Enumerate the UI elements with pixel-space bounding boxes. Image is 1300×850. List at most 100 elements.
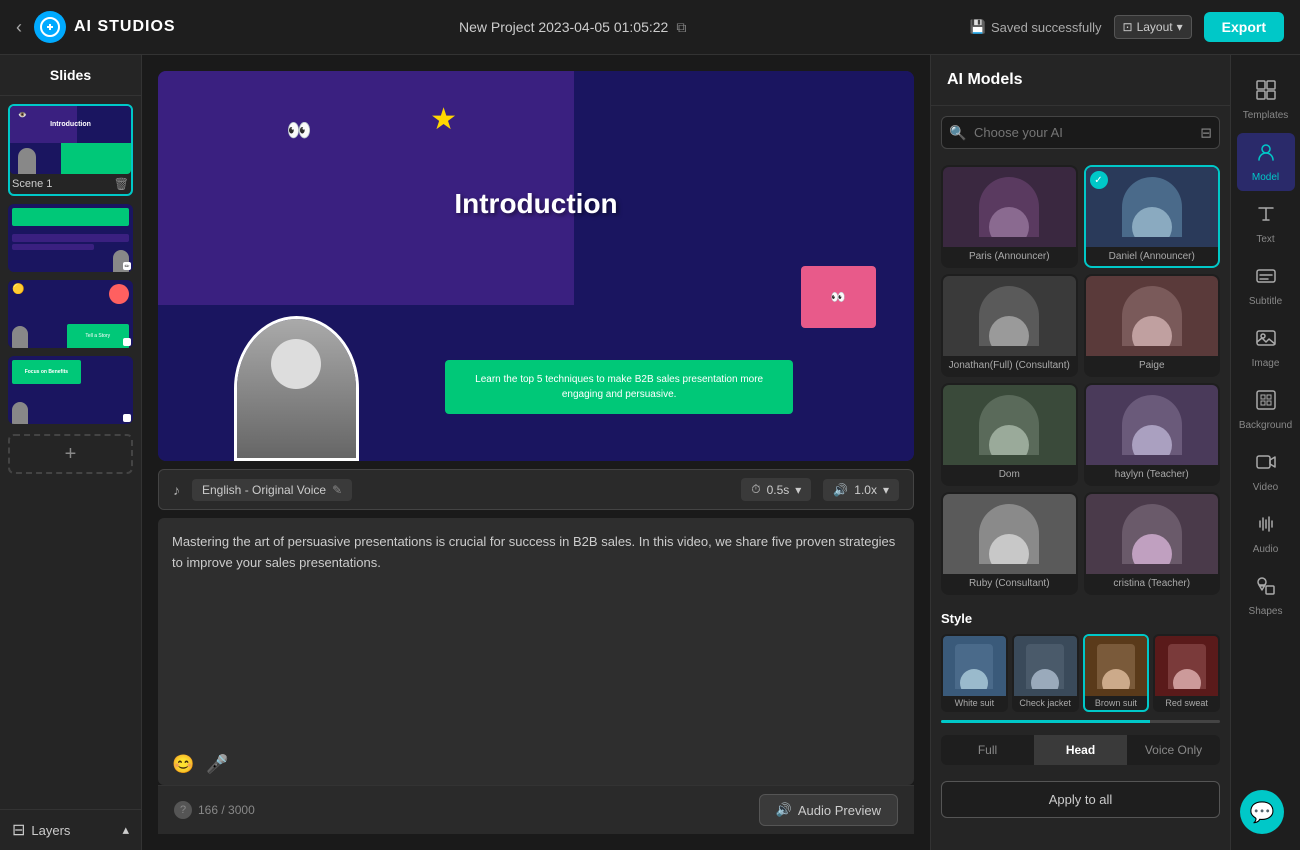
toolbar-item-templates[interactable]: Templates	[1237, 71, 1295, 129]
external-link-icon[interactable]: ⧉	[676, 19, 686, 36]
model-name-dom: Dom	[943, 465, 1076, 484]
slide-label-1: Scene 1 🗑	[10, 174, 131, 194]
model-card-cristina[interactable]: cristina (Teacher)	[1084, 492, 1221, 595]
canvas-decoration-eyes: 👀	[287, 118, 312, 143]
model-card-ruby[interactable]: Ruby (Consultant)	[941, 492, 1078, 595]
slide-item-3[interactable]: 🟡 Tell a Story ✏	[8, 280, 133, 348]
voice-label: English - Original Voice	[202, 483, 326, 497]
image-label: Image	[1252, 358, 1280, 369]
text-icon	[1255, 203, 1277, 231]
char-count: ? 166 / 3000	[174, 801, 255, 819]
header-left: ‹ AI STUDIOS	[16, 11, 176, 43]
image-icon	[1255, 327, 1277, 355]
position-tab-full[interactable]: Full	[941, 735, 1034, 765]
layers-icon: ⊟	[12, 820, 25, 840]
model-card-daniel[interactable]: ✓ Daniel (Announcer)	[1084, 165, 1221, 268]
toolbar-item-shapes[interactable]: Shapes	[1237, 567, 1295, 625]
model-name-haylyn: haylyn (Teacher)	[1086, 465, 1219, 484]
model-name-paris: Paris (Announcer)	[943, 247, 1076, 266]
canvas-pink-box: 👀	[801, 266, 877, 328]
back-button[interactable]: ‹	[16, 17, 22, 38]
add-slide-button[interactable]: +	[8, 434, 133, 474]
main-area: Slides Introduction 👁️ Scene 1 🗑 ✏	[0, 55, 1300, 850]
delete-icon[interactable]: 🗑	[114, 177, 129, 191]
audio-preview-button[interactable]: 🔊 Audio Preview	[759, 794, 898, 826]
canvas-decoration-star: ★	[430, 102, 457, 137]
char-count-value: 166 / 3000	[198, 803, 255, 817]
templates-label: Templates	[1243, 110, 1289, 121]
slides-header: Slides	[0, 55, 141, 96]
model-card-paris[interactable]: Paris (Announcer)	[941, 165, 1078, 268]
video-icon	[1255, 451, 1277, 479]
style-name-white-suit: White suit	[943, 696, 1006, 710]
search-icon: 🔍	[949, 124, 966, 141]
toolbar-item-model[interactable]: Model	[1237, 133, 1295, 191]
editor-area: 👀 ★ Introduction Learn the top 5 techniq…	[142, 55, 930, 850]
style-card-brown-suit[interactable]: Brown suit	[1083, 634, 1150, 712]
model-name-paige: Paige	[1086, 356, 1219, 375]
templates-icon	[1255, 79, 1277, 107]
model-card-dom[interactable]: Dom	[941, 383, 1078, 486]
position-tab-head[interactable]: Head	[1034, 735, 1127, 765]
voice-selector[interactable]: English - Original Voice ✎	[192, 479, 352, 501]
export-button[interactable]: Export	[1204, 12, 1284, 42]
project-title: New Project 2023-04-05 01:05:22	[459, 19, 668, 35]
chat-bubble-button[interactable]: 💬	[1240, 790, 1284, 834]
ai-search-input[interactable]	[941, 116, 1220, 149]
slide-item-2[interactable]: ✏	[8, 204, 133, 272]
microphone-icon[interactable]: 🎤	[206, 754, 228, 775]
model-card-paige[interactable]: Paige	[1084, 274, 1221, 377]
bottom-bar: ? 166 / 3000 🔊 Audio Preview	[158, 785, 914, 834]
style-card-white-suit[interactable]: White suit	[941, 634, 1008, 712]
model-card-haylyn[interactable]: haylyn (Teacher)	[1084, 383, 1221, 486]
video-label: Video	[1253, 482, 1278, 493]
toolbar-item-audio[interactable]: Audio	[1237, 505, 1295, 563]
ai-panel: AI Models 🔍 ⊟ Paris (Announcer) ✓	[930, 55, 1230, 850]
layout-icon: ⊡	[1123, 20, 1133, 34]
saved-status: 💾 Saved successfully	[970, 19, 1102, 35]
background-label: Background	[1239, 420, 1292, 431]
edit-icon: ✎	[332, 483, 342, 497]
model-name-jonathan: Jonathan(Full) (Consultant)	[943, 356, 1076, 375]
controls-bar: ♪ English - Original Voice ✎ ⏱ 0.5s ▾ 🔊 …	[158, 469, 914, 510]
slide-canvas: 👀 ★ Introduction Learn the top 5 techniq…	[158, 71, 914, 461]
app-title: AI STUDIOS	[74, 18, 176, 36]
layers-bar[interactable]: ⊟ Layers ▴	[0, 809, 141, 850]
script-text: Mastering the art of persuasive presenta…	[172, 532, 900, 574]
selected-check: ✓	[1090, 171, 1108, 189]
emoji-icon[interactable]: 😊	[172, 754, 194, 775]
toolbar-item-video[interactable]: Video	[1237, 443, 1295, 501]
style-name-brown-suit: Brown suit	[1085, 696, 1148, 710]
toolbar-item-image[interactable]: Image	[1237, 319, 1295, 377]
toolbar-item-text[interactable]: Text	[1237, 195, 1295, 253]
style-card-red-sweat[interactable]: Red sweat	[1153, 634, 1220, 712]
model-card-jonathan[interactable]: Jonathan(Full) (Consultant)	[941, 274, 1078, 377]
position-tab-voice-only[interactable]: Voice Only	[1127, 735, 1220, 765]
shapes-icon	[1255, 575, 1277, 603]
slide-item-1[interactable]: Introduction 👁️ Scene 1 🗑	[8, 104, 133, 196]
script-area[interactable]: Mastering the art of persuasive presenta…	[158, 518, 914, 785]
apply-to-all-button[interactable]: Apply to all	[941, 781, 1220, 818]
subtitle-icon	[1255, 265, 1277, 293]
style-slider[interactable]	[941, 720, 1220, 723]
time-control[interactable]: ⏱ 0.5s ▾	[741, 478, 811, 501]
speed-icon: 🔊	[833, 483, 848, 497]
slide-item-4[interactable]: Focus on Benefits ✏	[8, 356, 133, 424]
filter-icon[interactable]: ⊟	[1200, 124, 1212, 141]
audio-icon	[1255, 513, 1277, 541]
help-icon[interactable]: ?	[174, 801, 192, 819]
chevron-down-icon: ▾	[795, 483, 801, 497]
style-card-check-jacket[interactable]: Check jacket	[1012, 634, 1079, 712]
plus-icon: +	[65, 443, 77, 466]
toolbar-item-subtitle[interactable]: Subtitle	[1237, 257, 1295, 315]
speed-control[interactable]: 🔊 1.0x ▾	[823, 479, 899, 501]
ai-search-container: 🔍 ⊟	[941, 116, 1220, 149]
clock-icon: ⏱	[751, 482, 760, 497]
right-toolbar: Templates Model Text Subtitle Image	[1230, 55, 1300, 850]
speaker-icon: 🔊	[776, 802, 792, 818]
style-name-red-sweat: Red sweat	[1155, 696, 1218, 710]
header-right: 💾 Saved successfully ⊡ Layout ▾ Export	[970, 12, 1284, 42]
layout-button[interactable]: ⊡ Layout ▾	[1114, 15, 1192, 39]
toolbar-item-background[interactable]: Background	[1237, 381, 1295, 439]
header-center: New Project 2023-04-05 01:05:22 ⧉	[459, 19, 686, 36]
